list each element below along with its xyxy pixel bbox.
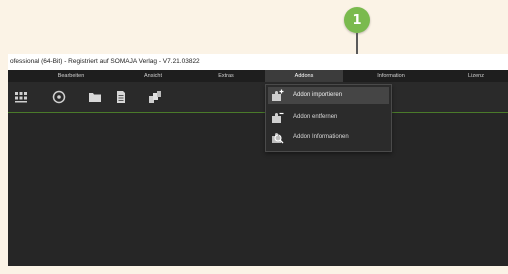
menu-extras[interactable]: Extras <box>208 70 244 82</box>
puzzle-search-icon <box>272 133 284 144</box>
grid-view-icon[interactable] <box>14 90 28 104</box>
disc-icon[interactable] <box>52 90 66 104</box>
stack-icon[interactable] <box>148 90 162 104</box>
tutorial-screenshot: 1 ofessional (64-Bit) - Registriert auf … <box>0 0 508 274</box>
menu-bearbeiten[interactable]: Bearbeiten <box>46 70 96 82</box>
menu-item-addon-entfernen[interactable]: Addon entfernen <box>268 109 389 126</box>
menu-bar: Bearbeiten Ansicht Extras Addons Informa… <box>8 70 508 82</box>
menu-lizenz[interactable]: Lizenz <box>458 70 494 82</box>
menu-item-addon-importieren[interactable]: Addon importieren <box>268 87 389 104</box>
accent-divider <box>8 112 508 113</box>
menu-item-label: Addon importieren <box>293 92 343 98</box>
menu-information[interactable]: Information <box>366 70 416 82</box>
menu-item-label: Addon entfernen <box>293 114 338 120</box>
menu-item-addon-informationen[interactable]: Addon Informationen <box>268 129 389 146</box>
callout-number: 1 <box>352 12 362 28</box>
puzzle-minus-icon <box>272 112 284 123</box>
menu-item-label: Addon Informationen <box>293 134 349 140</box>
window-title: ofessional (64-Bit) - Registriert auf SO… <box>10 58 200 65</box>
folder-icon[interactable] <box>88 90 102 104</box>
callout-badge: 1 <box>344 7 370 33</box>
window-title-bar: ofessional (64-Bit) - Registriert auf SO… <box>8 54 508 70</box>
menu-addons[interactable]: Addons <box>265 70 343 82</box>
toolbar <box>8 82 508 112</box>
addons-dropdown-menu: Addon importieren Addon entfernen Addon … <box>265 84 392 152</box>
menu-ansicht[interactable]: Ansicht <box>133 70 173 82</box>
document-icon[interactable] <box>114 90 128 104</box>
application-window: ofessional (64-Bit) - Registriert auf SO… <box>8 54 508 266</box>
puzzle-plus-icon <box>272 89 284 101</box>
